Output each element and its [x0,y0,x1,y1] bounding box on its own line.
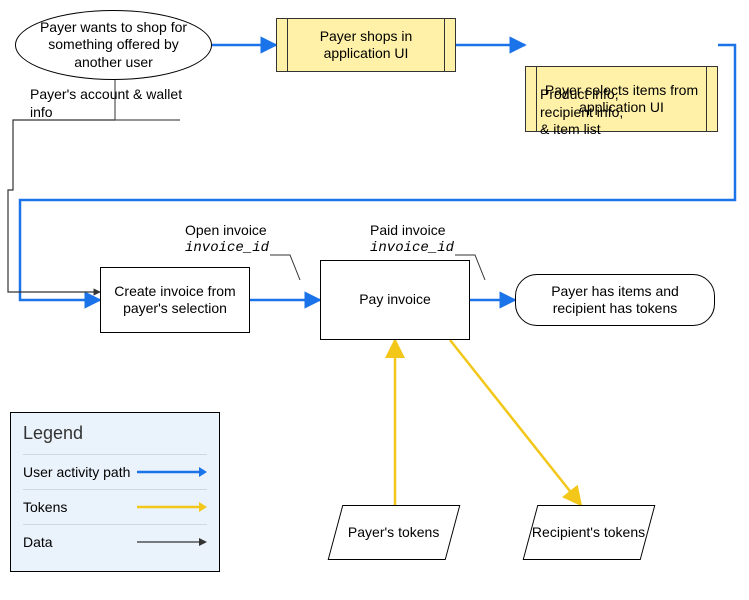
node-recipient-tokens: Recipient's tokens [523,505,656,560]
legend-row-data: Data [23,524,207,559]
node-pay-invoice: Pay invoice [320,260,470,340]
legend: Legend User activity path Tokens Data [10,412,220,572]
legend-row-user: User activity path [23,454,207,489]
annotation-open-invoice: Open invoice invoice_id [185,222,269,257]
legend-user-arrow-icon [137,462,207,482]
annotation-paid-invoice: Paid invoice invoice_id [370,222,454,257]
legend-tokens-arrow-icon [137,497,207,517]
legend-data-label: Data [23,534,53,550]
node-done: Payer has items and recipient has tokens [515,274,715,326]
legend-title: Legend [23,423,207,444]
legend-data-arrow-icon [137,532,207,552]
node-shop: Payer shops in application UI [276,18,456,72]
legend-tokens-label: Tokens [23,499,67,515]
node-shop-text: Payer shops in application UI [287,28,445,63]
annotation-product-info: Product info, recipient info, & item lis… [540,86,710,139]
node-payer-tokens: Payer's tokens [328,505,461,560]
node-start-text: Payer wants to shop for something offere… [26,19,201,72]
node-done-text: Payer has items and recipient has tokens [526,283,704,318]
node-payer-tokens-text: Payer's tokens [348,524,439,542]
annotation-account-wallet: Payer's account & wallet info [30,86,200,121]
legend-row-tokens: Tokens [23,489,207,524]
node-start: Payer wants to shop for something offere… [15,10,212,80]
legend-user-label: User activity path [23,464,130,480]
node-create-invoice: Create invoice from payer's selection [100,267,250,333]
node-recipient-tokens-text: Recipient's tokens [532,524,645,542]
node-pay-invoice-text: Pay invoice [359,291,431,309]
node-create-invoice-text: Create invoice from payer's selection [111,283,239,318]
